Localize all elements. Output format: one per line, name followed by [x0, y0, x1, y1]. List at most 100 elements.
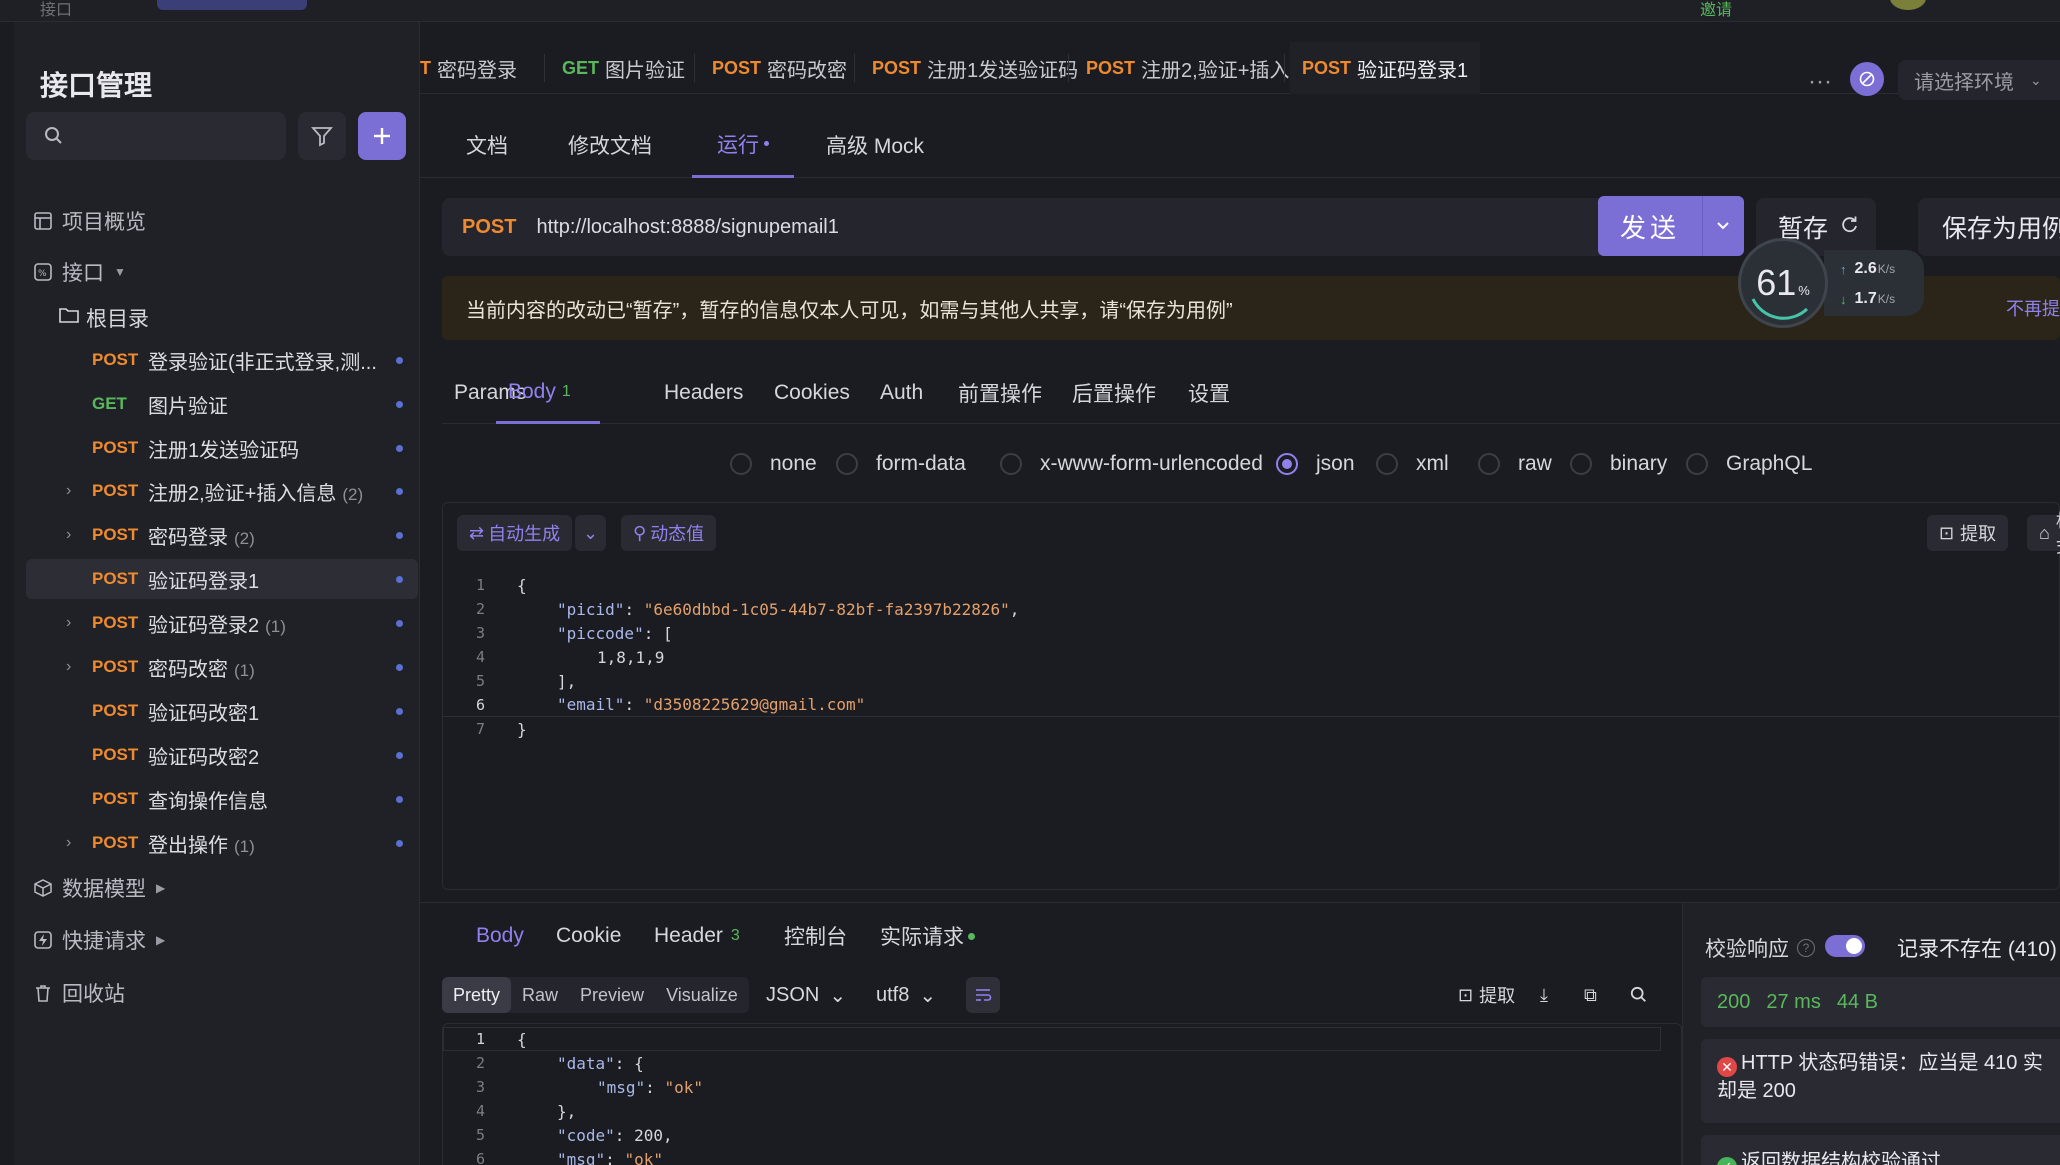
wrap-lines-button[interactable]: [966, 977, 1000, 1013]
resp-tab-cookie[interactable]: Cookie: [556, 903, 621, 969]
environment-select[interactable]: 请选择环境 ⌄: [1898, 60, 2060, 100]
body-type-radio[interactable]: json: [1276, 442, 1355, 486]
save-as-case-button[interactable]: 保存为用例: [1918, 198, 2060, 256]
notice-dismiss-link[interactable]: 不再提: [2006, 295, 2060, 321]
subtab-docs[interactable]: 文档: [466, 112, 508, 178]
chevron-right-icon[interactable]: ›: [66, 658, 71, 676]
url-bar[interactable]: POST http://localhost:8888/signupemail1: [442, 198, 1606, 256]
environment-icon[interactable]: [1850, 62, 1884, 96]
sidebar-api-item[interactable]: POST 验证码改密1: [26, 691, 418, 731]
sidebar-api-item[interactable]: POST 验证码登录1: [26, 559, 418, 599]
avatar[interactable]: [1890, 0, 1926, 10]
sidebar-api-item[interactable]: › POST 密码登录 (2): [26, 515, 418, 555]
chevron-right-icon[interactable]: ›: [66, 526, 71, 544]
radio-circle[interactable]: [1570, 453, 1592, 475]
auto-generate-menu[interactable]: ⌄: [575, 515, 607, 551]
nav-apis[interactable]: % 接口 ▼: [32, 254, 126, 290]
request-tab[interactable]: 设置: [1188, 362, 1230, 424]
radio-circle[interactable]: [1686, 453, 1708, 475]
resp-extract-button[interactable]: ⊡ 提取: [1458, 977, 1515, 1013]
sidebar-api-item[interactable]: POST 验证码改密2: [26, 735, 418, 775]
resp-tab-header[interactable]: Header 3: [654, 903, 740, 969]
send-button[interactable]: 发送: [1598, 196, 1744, 256]
add-button[interactable]: [358, 112, 406, 160]
resp-tab-console[interactable]: 控制台: [784, 903, 847, 969]
body-type-radio[interactable]: GraphQL: [1686, 442, 1812, 486]
tab-request[interactable]: POST 注册1发送验证码: [860, 42, 1078, 94]
request-tab[interactable]: Headers: [664, 362, 743, 424]
tab-request[interactable]: GET 图片验证: [550, 42, 690, 94]
more-icon[interactable]: ···: [1808, 68, 1832, 96]
view-visualize[interactable]: Visualize: [655, 977, 749, 1013]
body-type-radio[interactable]: x-www-form-urlencoded: [1000, 442, 1263, 486]
search-icon[interactable]: [1630, 977, 1648, 1013]
copy-icon[interactable]: ⧉: [1584, 977, 1597, 1013]
sidebar-api-item[interactable]: › POST 登出操作 (1): [26, 823, 418, 863]
format-button[interactable]: ⌂格式: [2027, 511, 2060, 557]
request-tab[interactable]: Body 1: [496, 362, 600, 424]
radio-circle[interactable]: [730, 453, 752, 475]
sidebar-api-item[interactable]: POST 登录验证(非正式登录,测...: [26, 340, 418, 380]
tab-request[interactable]: POST 注册2,验证+插入...: [1074, 42, 1306, 94]
radio-circle[interactable]: [1376, 453, 1398, 475]
body-type-radio[interactable]: form-data: [836, 442, 966, 486]
chevron-right-icon[interactable]: ›: [66, 614, 71, 632]
nav-quick-requests[interactable]: 快捷请求 ▶: [32, 922, 165, 958]
chevron-right-icon[interactable]: ›: [66, 482, 71, 500]
tab-request[interactable]: T 密码登录: [420, 42, 540, 94]
expected-status-select[interactable]: 记录不存在 (410): [1897, 933, 2057, 963]
body-type-radio[interactable]: none: [730, 442, 817, 486]
view-preview[interactable]: Preview: [569, 977, 655, 1013]
resp-tab-body[interactable]: Body: [476, 903, 524, 969]
top-active-pill[interactable]: [157, 0, 307, 10]
auto-generate-button[interactable]: ⇄ 自动生成: [457, 515, 573, 551]
view-pretty[interactable]: Pretty: [442, 977, 512, 1013]
request-tab[interactable]: Cookies: [774, 362, 850, 424]
subtab-edit-docs[interactable]: 修改文档: [568, 112, 652, 178]
request-tab[interactable]: 前置操作: [958, 362, 1042, 424]
body-type-radio[interactable]: raw: [1478, 442, 1552, 486]
radio-circle[interactable]: [1478, 453, 1500, 475]
filter-button[interactable]: [298, 112, 346, 160]
nav-recycle-bin[interactable]: 回收站: [32, 975, 125, 1011]
request-method[interactable]: POST: [462, 216, 516, 239]
sidebar-api-item[interactable]: POST 注册1发送验证码: [26, 428, 418, 468]
tab-label: 注册1发送验证码: [927, 59, 1079, 82]
request-tab[interactable]: Auth: [880, 362, 923, 424]
extract-button[interactable]: ⊡ 提取: [1927, 515, 2009, 551]
view-raw[interactable]: Raw: [511, 977, 569, 1013]
request-body-editor[interactable]: ⇄自动生成 ⌄ ⚲动态值 ⊡提取 ⌂格式 1{ 2"picid": "6e60d…: [442, 502, 2060, 890]
search-input[interactable]: [26, 112, 286, 160]
body-type-radio[interactable]: xml: [1376, 442, 1449, 486]
sidebar-api-item[interactable]: POST 查询操作信息: [26, 779, 418, 819]
body-type-radio[interactable]: binary: [1570, 442, 1667, 486]
sidebar-api-item[interactable]: › POST 注册2,验证+插入信息 (2): [26, 471, 418, 511]
resp-tab-actual-request[interactable]: 实际请求: [880, 903, 975, 969]
invite-link[interactable]: 邀请: [1700, 0, 1732, 20]
sidebar-api-item[interactable]: › POST 密码改密 (1): [26, 647, 418, 687]
radio-circle[interactable]: [1000, 453, 1022, 475]
request-tab[interactable]: 后置操作: [1072, 362, 1156, 424]
encoding-select[interactable]: utf8 ⌄: [876, 977, 936, 1013]
response-body-code[interactable]: 1{ 2 "data": { 3 "msg": "ok" 4}, 5 "code": …: [442, 1023, 1682, 1165]
chevron-down-icon[interactable]: [1703, 221, 1743, 231]
tab-request[interactable]: POST 验证码登录1: [1290, 42, 1480, 94]
help-icon[interactable]: ?: [1797, 939, 1815, 957]
subtab-run[interactable]: 运行: [692, 112, 794, 178]
dynamic-value-button[interactable]: ⚲ 动态值: [621, 515, 717, 551]
sidebar-api-item[interactable]: › POST 验证码登录2 (1): [26, 603, 418, 643]
root-folder[interactable]: 根目录: [58, 300, 149, 336]
nav-data-models[interactable]: 数据模型 ▶: [32, 870, 165, 906]
tab-request[interactable]: POST 密码改密: [700, 42, 850, 94]
url-input[interactable]: http://localhost:8888/signupemail1: [536, 216, 838, 239]
download-icon[interactable]: ⤓: [1540, 977, 1548, 1013]
chevron-right-icon[interactable]: ›: [66, 834, 71, 852]
top-left-label[interactable]: 接口: [40, 0, 72, 20]
sidebar-api-item[interactable]: GET 图片验证: [26, 384, 418, 424]
radio-circle[interactable]: [836, 453, 858, 475]
validate-toggle[interactable]: [1825, 935, 1865, 957]
nav-project-overview[interactable]: 项目概览: [32, 203, 146, 239]
format-select[interactable]: JSON ⌄: [766, 977, 846, 1013]
radio-circle[interactable]: [1276, 453, 1298, 475]
subtab-mock[interactable]: 高级 Mock: [826, 112, 924, 178]
